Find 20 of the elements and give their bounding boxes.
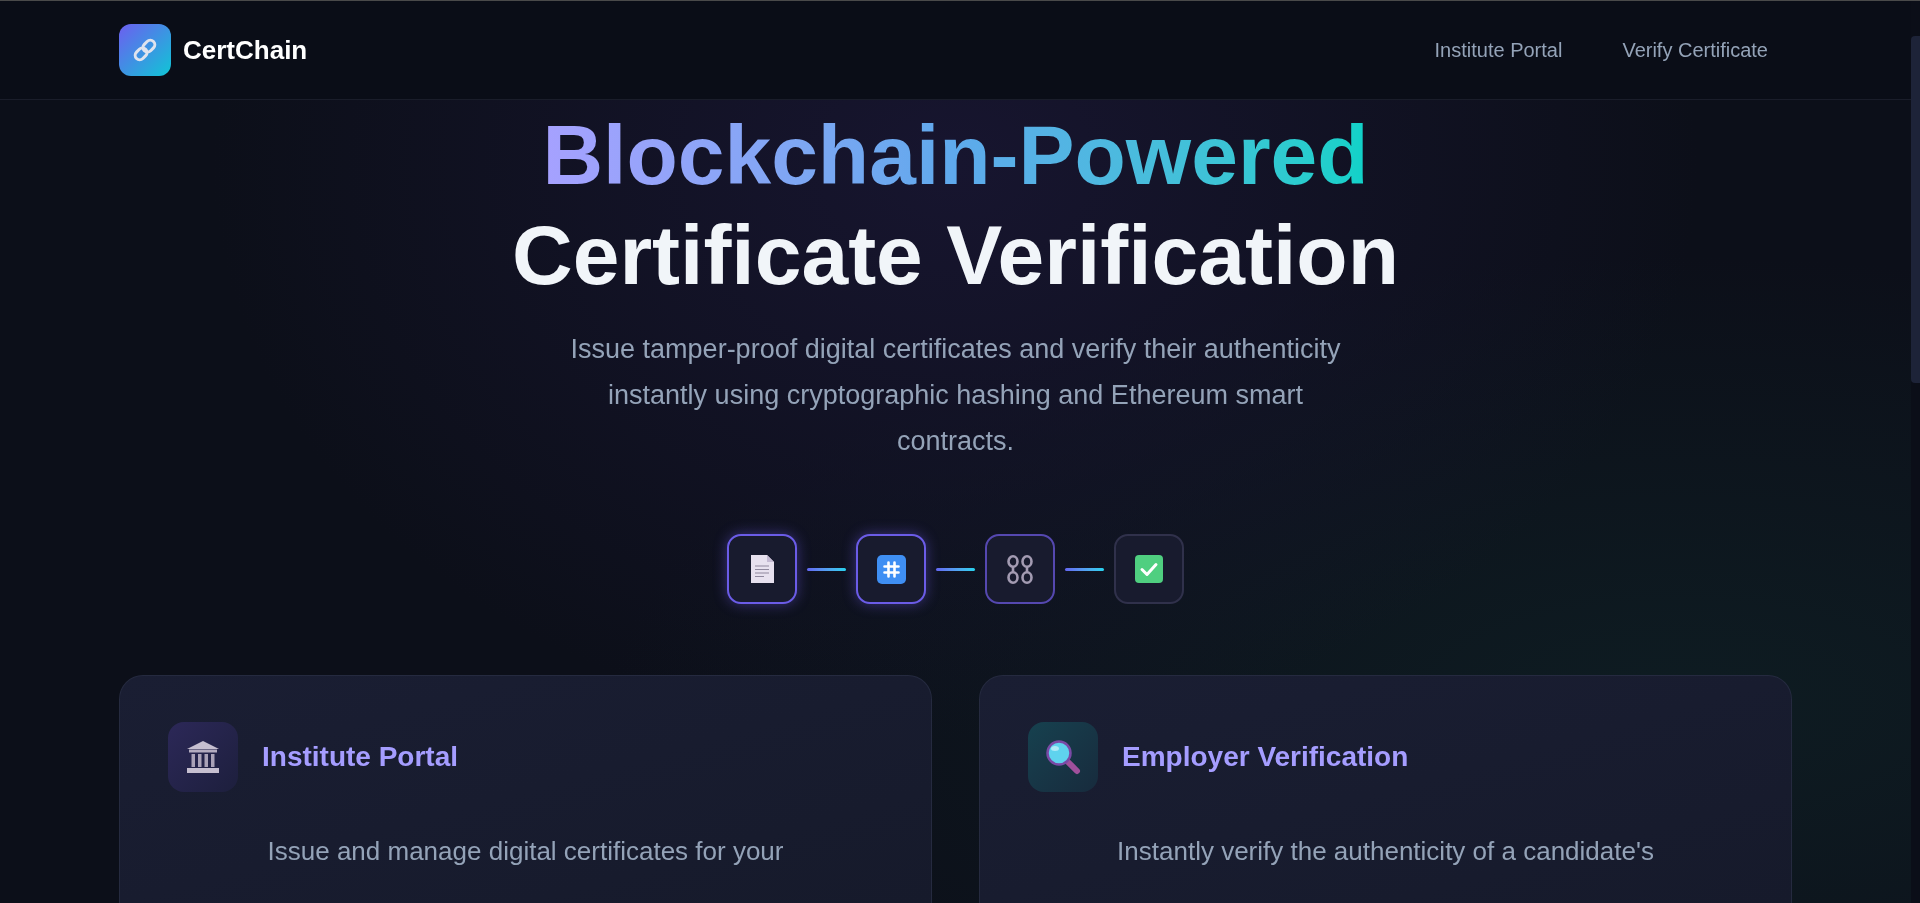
chain-icon [1007,554,1033,584]
brand-name: CertChain [183,33,308,67]
card-title: Institute Portal [262,740,458,774]
hero-subtitle: Issue tamper-proof digital certificates and verify their authenticity instantly using cryptographic hashing and Ethereum smart contracts. [569,333,1342,458]
document-icon [750,555,774,583]
card-description: Instantly verify the authenticity of a candidate's [1116,835,1655,868]
magnifier-icon [1045,739,1081,775]
step-connector [1065,567,1104,571]
nav-link[interactable]: Verify Certificate [1598,27,1792,73]
hash-icon [876,554,906,584]
scrollbar-thumb[interactable] [1911,36,1920,383]
building-icon [186,740,220,774]
link-logo-icon[interactable] [119,24,171,76]
hero-title: Certificate Verification [512,207,1399,304]
card-description: Issue and manage digital certificates for your [266,835,785,868]
step-connector [807,567,846,571]
step-connector [936,567,975,571]
nav-link[interactable]: Institute Portal [1410,27,1587,73]
card-title: Employer Verification [1122,740,1409,774]
check-icon [1135,555,1163,583]
